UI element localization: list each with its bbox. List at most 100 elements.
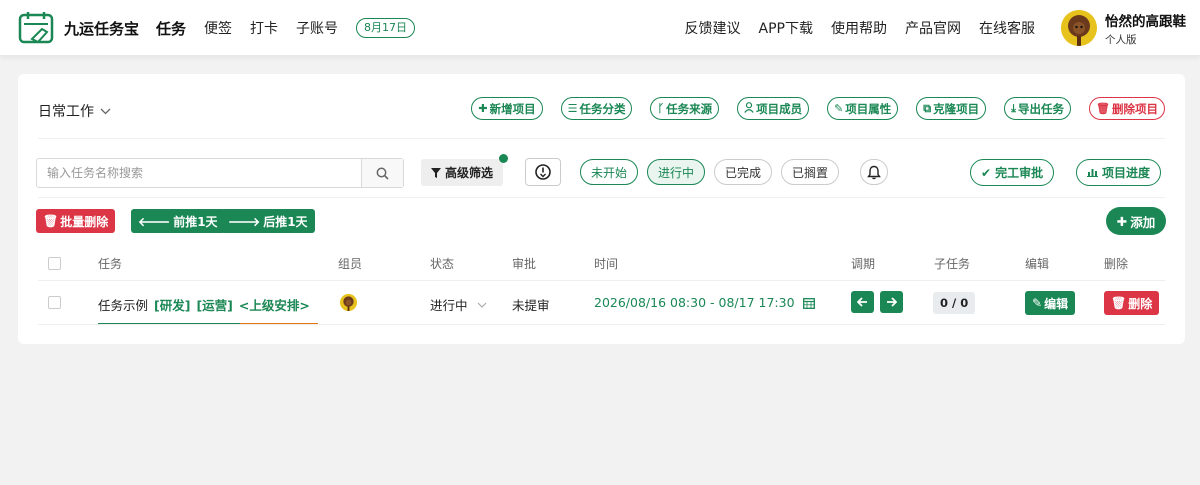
status-completed[interactable]: 已完成	[714, 159, 773, 185]
nav-right: 反馈建议 APP下载 使用帮助 产品官网 在线客服 怡然的高跟鞋 个人版	[685, 0, 1200, 56]
bar-chart-icon	[1087, 166, 1098, 180]
task-tag: [运营]	[196, 298, 233, 313]
logo-icon	[18, 12, 54, 44]
date-badge[interactable]: 8月17日	[356, 18, 416, 38]
fork-icon: ᚴ	[657, 102, 665, 115]
col-header-edit: 编辑	[1025, 257, 1050, 271]
divider	[38, 197, 1165, 198]
download-icon: ⤓	[1011, 101, 1017, 115]
col-header-approval: 审批	[512, 257, 537, 271]
time-cell[interactable]: 2026/08/16 08:30 - 08/17 17:30	[594, 295, 815, 310]
bell-icon	[867, 165, 881, 179]
project-progress-button[interactable]: 项目进度	[1076, 159, 1162, 186]
top-navbar: 九运任务宝 任务 便签 打卡 子账号 8月17日 反馈建议 APP下载 使用帮助…	[0, 0, 1200, 56]
check-icon: ✔	[981, 165, 992, 180]
brand-name: 九运任务宝	[64, 20, 140, 38]
nav-item-subaccounts[interactable]: 子账号	[296, 18, 338, 38]
status-not-started[interactable]: 未开始	[580, 159, 639, 185]
nav-item-notes[interactable]: 便签	[204, 18, 232, 38]
trash-icon: 🗑	[43, 214, 59, 228]
divider	[38, 324, 1165, 325]
col-header-time: 时间	[594, 257, 619, 271]
completion-approval-button[interactable]: ✔ 完工审批	[970, 159, 1055, 186]
edit-icon: ✎	[1032, 296, 1043, 310]
batch-delete-button[interactable]: 🗑 批量删除	[36, 209, 116, 233]
user-info: 怡然的高跟鞋 个人版	[1105, 10, 1186, 47]
divider	[38, 280, 1165, 281]
nav-item-checkin[interactable]: 打卡	[250, 18, 278, 38]
project-actions: ✚ 新增项目 ☰ 任务分类 ᚴ 任务来源 项目成员 ✎ 项目属性 ⧉ 克隆项目 ⤓ 导出任务…	[453, 97, 1165, 120]
arrow-left-icon	[857, 297, 867, 307]
filter-active-dot	[499, 154, 508, 163]
arrow-right-icon	[887, 297, 897, 307]
project-selector[interactable]: 日常工作	[38, 101, 111, 121]
status-filters: 未开始 进行中 已完成 已搁置	[580, 159, 848, 185]
calendar-icon	[802, 297, 815, 309]
arrow-left-icon: 🡐	[138, 214, 171, 229]
nav-item-feedback[interactable]: 反馈建议	[685, 18, 741, 38]
col-header-task: 任务	[98, 257, 123, 271]
filter-icon	[431, 167, 441, 178]
trash-icon: 🗑	[1111, 296, 1127, 310]
plus-icon: ✚	[1116, 213, 1128, 229]
advanced-filter-button[interactable]: 高级筛选	[421, 159, 504, 186]
search-box	[36, 158, 404, 188]
task-title[interactable]: 任务示例	[98, 298, 148, 313]
task-category-button[interactable]: ☰ 任务分类	[560, 97, 633, 120]
project-name: 日常工作	[38, 104, 94, 120]
delete-project-button[interactable]: 🗑 删除项目	[1089, 97, 1165, 120]
user-level: 个人版	[1105, 33, 1137, 46]
task-panel: 日常工作 ✚ 新增项目 ☰ 任务分类 ᚴ 任务来源 项目成员 ✎ 项目属性 ⧉ 克隆项目 …	[18, 74, 1185, 344]
user-name: 怡然的高跟鞋	[1105, 13, 1186, 30]
avatar[interactable]	[1061, 10, 1097, 46]
export-tasks-button[interactable]: ⤓ 导出任务	[1004, 97, 1072, 120]
project-members-button[interactable]: 项目成员	[737, 97, 810, 120]
nav-item-support[interactable]: 在线客服	[979, 18, 1035, 38]
nav-left: 任务 便签 打卡 子账号 8月17日	[156, 0, 416, 56]
member-avatar[interactable]	[340, 294, 357, 311]
task-title-cell[interactable]: 任务示例 [研发] [运营] <上级安排>	[98, 295, 310, 314]
row-checkbox[interactable]	[48, 296, 61, 309]
reschedule-later-button[interactable]	[880, 291, 903, 313]
edit-task-button[interactable]: ✎ 编辑	[1025, 291, 1076, 315]
search-input[interactable]	[37, 159, 361, 187]
status-on-hold[interactable]: 已搁置	[781, 159, 840, 185]
status-in-progress[interactable]: 进行中	[647, 159, 706, 185]
add-project-button[interactable]: ✚ 新增项目	[471, 97, 543, 120]
shift-earlier-button[interactable]: 🡐 前推1天	[131, 209, 225, 233]
copy-icon: ⧉	[923, 101, 932, 115]
search-button[interactable]	[361, 159, 403, 187]
clock-icon	[535, 164, 551, 180]
col-header-member: 组员	[338, 257, 363, 271]
arrow-right-icon: 🡒	[228, 214, 261, 229]
shift-later-button[interactable]: 🡒 后推1天	[221, 209, 315, 233]
time-filter-button[interactable]	[525, 158, 561, 186]
reminder-button[interactable]	[860, 159, 888, 185]
chevron-down-icon	[100, 108, 111, 114]
user-icon	[744, 101, 754, 116]
divider	[38, 138, 1165, 139]
subtask-count[interactable]: 0 / 0	[933, 292, 976, 314]
task-tag: [研发]	[154, 298, 191, 313]
col-header-delete: 删除	[1104, 257, 1129, 271]
plus-circle-icon: ✚	[478, 102, 488, 115]
select-all-checkbox[interactable]	[48, 257, 61, 270]
reschedule-earlier-button[interactable]	[851, 291, 874, 313]
task-source-button[interactable]: ᚴ 任务来源	[650, 97, 720, 120]
trash-icon: 🗑	[1096, 102, 1110, 115]
user-menu[interactable]: 怡然的高跟鞋 个人版	[1061, 10, 1186, 47]
delete-task-button[interactable]: 🗑 删除	[1104, 291, 1160, 315]
add-task-button[interactable]: ✚ 添加	[1106, 207, 1166, 235]
status-select[interactable]: 进行中	[430, 295, 487, 314]
status-value: 进行中	[430, 298, 468, 313]
nav-item-website[interactable]: 产品官网	[905, 18, 961, 38]
col-header-status: 状态	[430, 257, 455, 271]
clone-project-button[interactable]: ⧉ 克隆项目	[916, 97, 987, 120]
nav-item-help[interactable]: 使用帮助	[831, 18, 887, 38]
nav-item-tasks[interactable]: 任务	[156, 18, 186, 39]
project-properties-button[interactable]: ✎ 项目属性	[827, 97, 899, 120]
search-icon	[376, 167, 389, 180]
nav-item-app-download[interactable]: APP下载	[759, 18, 813, 38]
col-header-subtasks: 子任务	[934, 257, 971, 271]
edit-icon: ✎	[834, 102, 844, 115]
